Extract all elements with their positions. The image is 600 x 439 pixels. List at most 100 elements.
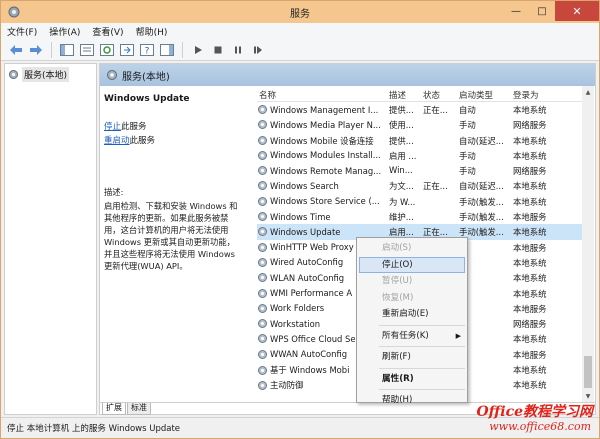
restart-service-button[interactable] xyxy=(249,41,267,59)
cell-log-on-as: 本地服务 xyxy=(513,349,547,360)
service-name: WinHTTP Web Proxy xyxy=(270,242,354,253)
ctx-all-tasks[interactable]: 所有任务(K) ▶ xyxy=(357,328,467,345)
properties-icon xyxy=(80,43,94,56)
cell-log-on-as: 本地服务 xyxy=(513,212,547,223)
column-header-name[interactable]: 名称 xyxy=(259,89,276,101)
cell-description: 为 W... xyxy=(389,196,416,207)
watermark-line1: Office教程学习网 xyxy=(476,404,593,420)
table-row[interactable]: Windows Management I... 提供... 正在... 自动 本地系统 xyxy=(257,102,582,117)
cell-log-on-as: 本地系统 xyxy=(513,135,547,146)
services-gear-icon xyxy=(9,70,18,79)
ctx-properties[interactable]: 属性(R) xyxy=(357,371,467,388)
cell-description: 提供... xyxy=(389,105,414,115)
close-button[interactable]: ✕ xyxy=(555,1,599,21)
main-header: 服务(本地) xyxy=(100,64,595,86)
back-button[interactable] xyxy=(7,41,25,59)
cell-log-on-as: 本地系统 xyxy=(513,105,547,115)
cell-description: 维护... xyxy=(389,212,414,223)
table-row[interactable]: Windows Media Player N... 使用... 手动 网络服务 xyxy=(257,117,582,132)
toolbar-separator xyxy=(51,41,52,58)
show-console-tree-button[interactable] xyxy=(58,41,76,59)
vertical-scrollbar[interactable]: ▲ ▼ xyxy=(582,86,594,402)
export-icon xyxy=(120,43,134,56)
pause-icon xyxy=(235,46,241,53)
service-gear-icon xyxy=(258,349,267,359)
tab-extended[interactable]: 扩展 xyxy=(102,403,126,415)
cell-startup-type: 手动(触发... xyxy=(459,196,504,207)
description-line: Windows 更新或其自动更新功能， xyxy=(104,237,235,247)
cell-name: Windows Modules Install... xyxy=(257,150,385,161)
stop-icon xyxy=(214,46,222,53)
column-header-description[interactable]: 描述 xyxy=(389,89,406,101)
back-arrow-icon xyxy=(10,44,22,55)
menu-file[interactable]: 文件(F) xyxy=(7,25,37,38)
show-action-pane-button[interactable] xyxy=(158,41,176,59)
service-name: WPS Office Cloud Se xyxy=(270,333,356,344)
cell-description: 使用... xyxy=(389,120,414,131)
service-name: WMI Performance A xyxy=(270,288,353,299)
pause-service-button[interactable] xyxy=(229,41,247,59)
cell-startup-type: 自动 xyxy=(459,105,476,115)
cell-description: 启用 ... xyxy=(389,150,417,161)
console-tree: 服务(本地) xyxy=(4,63,97,415)
scrollbar-thumb[interactable] xyxy=(584,356,592,388)
table-header: 名称 描述 状态 启动类型 登录为 xyxy=(257,86,582,102)
export-list-button[interactable] xyxy=(118,41,136,59)
ctx-restart[interactable]: 重新启动(E) xyxy=(357,306,467,323)
cell-startup-type: 手动 xyxy=(459,166,476,177)
tree-item-services-local[interactable]: 服务(本地) xyxy=(8,67,70,82)
service-name: 基于 Windows Mobi xyxy=(270,365,350,376)
refresh-toolbar-button[interactable] xyxy=(98,41,116,59)
scroll-up-arrow-icon[interactable]: ▲ xyxy=(582,86,594,98)
cell-name: Windows Media Player N... xyxy=(257,119,385,130)
cell-startup-type: 自动(延迟... xyxy=(459,181,504,192)
cell-log-on-as: 网络服务 xyxy=(513,120,547,131)
tab-standard[interactable]: 标准 xyxy=(127,403,151,415)
cell-startup-type: 自动(延迟... xyxy=(459,135,504,146)
stop-service-button[interactable] xyxy=(209,41,227,59)
title-bar[interactable]: 服务 — □ ✕ xyxy=(1,1,599,23)
svg-text:?: ? xyxy=(145,46,150,56)
status-text: 停止 本地计算机 上的服务 Windows Update xyxy=(7,424,181,434)
main-header-label: 服务(本地) xyxy=(122,71,170,83)
cell-name: Windows Mobile 设备连接 xyxy=(257,135,385,147)
ctx-separator xyxy=(379,367,465,369)
table-row[interactable]: Windows Modules Install... 启用 ... 手动 本地系统 xyxy=(257,148,582,163)
service-gear-icon xyxy=(258,365,267,375)
description-line: 并且这些程序将无法使用 Windows xyxy=(104,249,235,259)
cell-log-on-as: 本地系统 xyxy=(513,181,547,192)
menu-action[interactable]: 操作(A) xyxy=(49,25,80,38)
table-row[interactable]: Windows Mobile 设备连接 提供... 自动(延迟... 本地系统 xyxy=(257,133,582,148)
start-service-button[interactable] xyxy=(189,41,207,59)
cell-name: Windows Store Service (... xyxy=(257,196,385,207)
help-toolbar-button[interactable]: ? xyxy=(138,41,156,59)
service-name: Windows Media Player N... xyxy=(270,119,381,130)
service-name: Windows Store Service (... xyxy=(270,196,380,207)
watermark-line2: www.office68.com xyxy=(489,420,591,433)
menu-view[interactable]: 查看(V) xyxy=(92,25,123,38)
minimize-button[interactable]: — xyxy=(503,1,529,21)
table-row[interactable]: Windows Remote Manag... Win... 手动 网络服务 xyxy=(257,163,582,178)
table-row[interactable]: Windows Time 维护... 手动(触发... 本地服务 xyxy=(257,209,582,224)
ctx-stop[interactable]: 停止(O) xyxy=(359,256,465,273)
forward-button[interactable] xyxy=(27,41,45,59)
column-header-log-on-as[interactable]: 登录为 xyxy=(513,89,539,101)
refresh-icon xyxy=(100,43,114,56)
cell-log-on-as: 本地服务 xyxy=(513,303,547,314)
stop-service-link[interactable]: 停止 xyxy=(104,122,121,132)
restart-service-link[interactable]: 重启动 xyxy=(104,136,130,146)
column-header-status[interactable]: 状态 xyxy=(423,89,440,101)
menu-help[interactable]: 帮助(H) xyxy=(136,25,168,38)
ctx-refresh[interactable]: 刷新(F) xyxy=(357,349,467,366)
table-row[interactable]: Windows Store Service (... 为 W... 手动(触发...… xyxy=(257,194,582,209)
cell-log-on-as: 本地系统 xyxy=(513,273,547,284)
table-row[interactable]: Windows Search 为文... 正在... 自动(延迟... 本地系统 xyxy=(257,178,582,193)
service-name: WLAN AutoConfig xyxy=(270,272,345,283)
cell-log-on-as: 网络服务 xyxy=(513,319,547,330)
ctx-separator xyxy=(379,324,465,326)
column-header-startup-type[interactable]: 启动类型 xyxy=(459,89,493,101)
service-description: 描述: 启用检测、下载和安装 Windows 和 其他程序的更新。如果此服务被禁… xyxy=(104,186,251,272)
cell-description: Win... xyxy=(389,165,413,176)
maximize-button[interactable]: □ xyxy=(529,1,555,21)
properties-toolbar-button[interactable] xyxy=(78,41,96,59)
